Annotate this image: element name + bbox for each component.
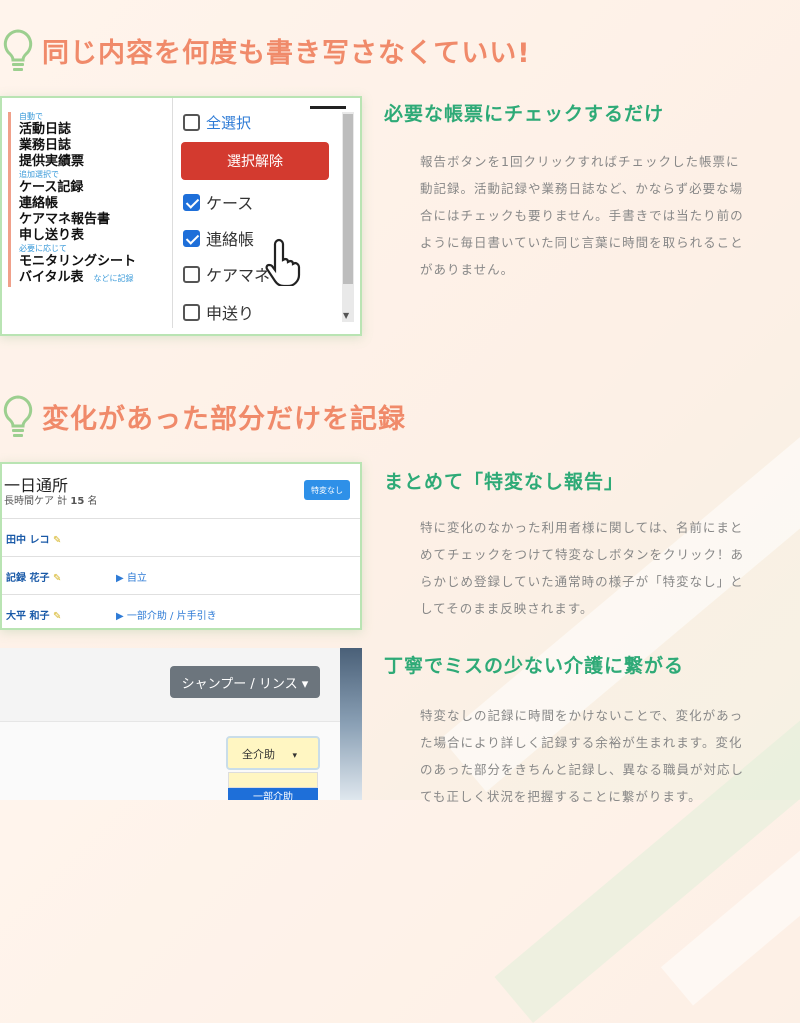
- text-line: めてチェックをつけて特変なしボタンをクリック！あ: [420, 547, 745, 562]
- form-item: 連絡帳: [19, 196, 59, 211]
- form-item: 活動日誌: [19, 122, 72, 137]
- text-line: た場合により詳しく記録する余裕が生まれます。変化: [420, 735, 743, 750]
- section-title-text: 同じ内容を何度も書き写さなくていい!: [42, 37, 531, 69]
- feature-heading-1: 必要な帳票にチェックするだけ: [384, 103, 665, 125]
- pen-icon: ✎: [52, 573, 62, 584]
- text-line: ように毎日書いていた同じ言葉に時間を取られること: [420, 235, 744, 250]
- checkbox-label: 申送り: [206, 304, 255, 323]
- select-all-label: 全選択: [206, 114, 252, 132]
- checkbox[interactable]: [183, 193, 200, 211]
- form-checklist-card: 自動で 活動日誌 業務日誌 提供実績票 追加選択で ケース記録 連絡帳 ケアマネ…: [0, 96, 362, 336]
- checkbox-contact[interactable]: 連絡帳: [183, 226, 254, 250]
- service-subtitle: 長時間ケア 計 15 名: [4, 492, 97, 507]
- dropdown-option[interactable]: [228, 772, 318, 788]
- form-item: 業務日誌: [19, 138, 72, 153]
- checkbox[interactable]: [183, 265, 200, 283]
- form-item: 提供実績票: [19, 154, 85, 169]
- form-list: 自動で 活動日誌 業務日誌 提供実績票 追加選択で ケース記録 連絡帳 ケアマネ…: [8, 112, 136, 287]
- lightbulb-icon: [0, 28, 36, 72]
- scrollbar-thumb[interactable]: [343, 114, 353, 284]
- text-line: 合にはチェックも要りません。手書きでは当たり前の: [420, 208, 744, 223]
- dropdown-option-selected[interactable]: 一部介助: [228, 788, 318, 800]
- checkbox-case[interactable]: ケース: [183, 190, 253, 214]
- photo-strip: [340, 648, 362, 800]
- checkbox-label: ケアマネ: [206, 266, 271, 285]
- feature-text-2: 特に変化のなかった利用者様に関しては、名前にまと めてチェックをつけて特変なしボ…: [420, 514, 800, 622]
- text-line: 特変なしの記録に時間をかけないことで、変化があっ: [420, 708, 744, 723]
- user-name-text: 記録 花子: [6, 573, 50, 584]
- lightbulb-icon: [0, 394, 36, 438]
- feature-heading-3: 丁寧でミスの少ない介護に繋がる: [384, 655, 685, 677]
- etc-note: などに記録: [93, 274, 134, 283]
- checkbox-panel: 全選択 選択解除 ケース 連絡帳 ケアマネ 申送り ▼: [172, 98, 356, 328]
- pen-icon: ✎: [52, 535, 62, 546]
- table-row[interactable]: 記録 花子 ✎ ▶ 自立: [2, 556, 360, 594]
- scrollbar[interactable]: ▼: [342, 112, 354, 322]
- subtitle-prefix: 長時間ケア 計: [4, 496, 68, 507]
- row-note[interactable]: ▶ 自立: [116, 569, 147, 584]
- checkbox[interactable]: [183, 114, 200, 131]
- section-title-1: 同じ内容を何度も書き写さなくていい!: [0, 28, 531, 72]
- pen-icon: ✎: [52, 611, 62, 622]
- panel-topbar: [310, 106, 346, 109]
- form-item: バイタル表 などに記録: [19, 270, 136, 287]
- section-title-2: 変化があった部分だけを記録: [0, 394, 406, 438]
- form-item: 申し送り表: [19, 228, 85, 243]
- row-note[interactable]: ▶ 一部介助 / 片手引き: [116, 607, 217, 622]
- text-line: 特に変化のなかった利用者様に関しては、名前にまと: [420, 520, 744, 535]
- text-line: がありません。: [420, 262, 515, 277]
- scroll-down-arrow-icon[interactable]: ▼: [343, 311, 349, 320]
- form-item: モニタリングシート: [19, 254, 137, 269]
- checkbox[interactable]: [183, 229, 200, 247]
- user-name: 記録 花子 ✎: [6, 569, 61, 584]
- form-header: シャンプー / リンス ▾: [0, 648, 340, 722]
- text-line: らかじめ登録していた通常時の様子が「特変なし」と: [420, 574, 744, 589]
- text-line: してそのまま反映されます。: [420, 601, 594, 616]
- assistance-level-select[interactable]: 全介助 ▾: [226, 736, 320, 770]
- checkbox[interactable]: [183, 303, 200, 321]
- feature-heading-2: まとめて「特変なし報告」: [384, 471, 625, 493]
- user-name-text: 大平 和子: [6, 611, 50, 622]
- checkbox-handover[interactable]: 申送り: [183, 300, 254, 324]
- section-title-text: 変化があった部分だけを記録: [42, 403, 406, 435]
- hand-pointer-icon: [265, 238, 301, 286]
- care-record-form: シャンプー / リンス ▾ 全介助 ▾ 一部介助: [0, 648, 340, 800]
- group-label: 必要に応じて: [19, 244, 67, 253]
- select-value: 全介助: [242, 748, 275, 761]
- user-name: 田中 レコ ✎: [6, 531, 61, 546]
- user-count: 15: [70, 496, 85, 507]
- table-row[interactable]: 大平 和子 ✎ ▶ 一部介助 / 片手引き: [2, 594, 360, 628]
- user-name-text: 田中 レコ: [6, 535, 50, 546]
- checkbox-label: 連絡帳: [206, 230, 255, 249]
- checkbox-caremanager[interactable]: ケアマネ: [183, 262, 270, 286]
- table-row[interactable]: 田中 レコ ✎: [2, 518, 360, 556]
- select-all-checkbox[interactable]: 全選択: [183, 112, 251, 133]
- form-item: ケアマネ報告書: [19, 212, 111, 227]
- group-label: 追加選択で: [19, 170, 59, 179]
- count-unit: 名: [87, 496, 98, 507]
- text-line: 動記録。活動記録や業務日誌など、かならず必要な場: [420, 181, 744, 196]
- text-line: のあった部分をきちんと記録し、異なる職員が対応し: [420, 762, 745, 777]
- deselect-button[interactable]: 選択解除: [181, 142, 329, 180]
- chevron-down-icon: ▾: [292, 751, 298, 761]
- text-line: 報告ボタンを1回クリックすればチェックした帳票に: [420, 154, 740, 169]
- no-change-report-card: 一日通所 長時間ケア 計 15 名 特変なし 田中 レコ ✎ 記録 花子 ✎ ▶…: [0, 462, 362, 630]
- text-line: ても正しく状況を把握することに繋がります。: [420, 789, 702, 804]
- feature-text-1: 報告ボタンを1回クリックすればチェックした帳票に 動記録。活動記録や業務日誌など…: [420, 148, 800, 283]
- group-label: 自動で: [19, 112, 43, 121]
- user-name: 大平 和子 ✎: [6, 607, 61, 622]
- no-change-button[interactable]: 特変なし: [304, 480, 350, 500]
- shampoo-dropdown-button[interactable]: シャンプー / リンス ▾: [170, 666, 320, 698]
- checkbox-label: ケース: [206, 194, 254, 213]
- feature-text-3: 特変なしの記録に時間をかけないことで、変化があっ た場合により詳しく記録する余裕…: [420, 702, 800, 810]
- form-item: ケース記録: [19, 180, 84, 195]
- form-item-label: バイタル表: [19, 270, 84, 285]
